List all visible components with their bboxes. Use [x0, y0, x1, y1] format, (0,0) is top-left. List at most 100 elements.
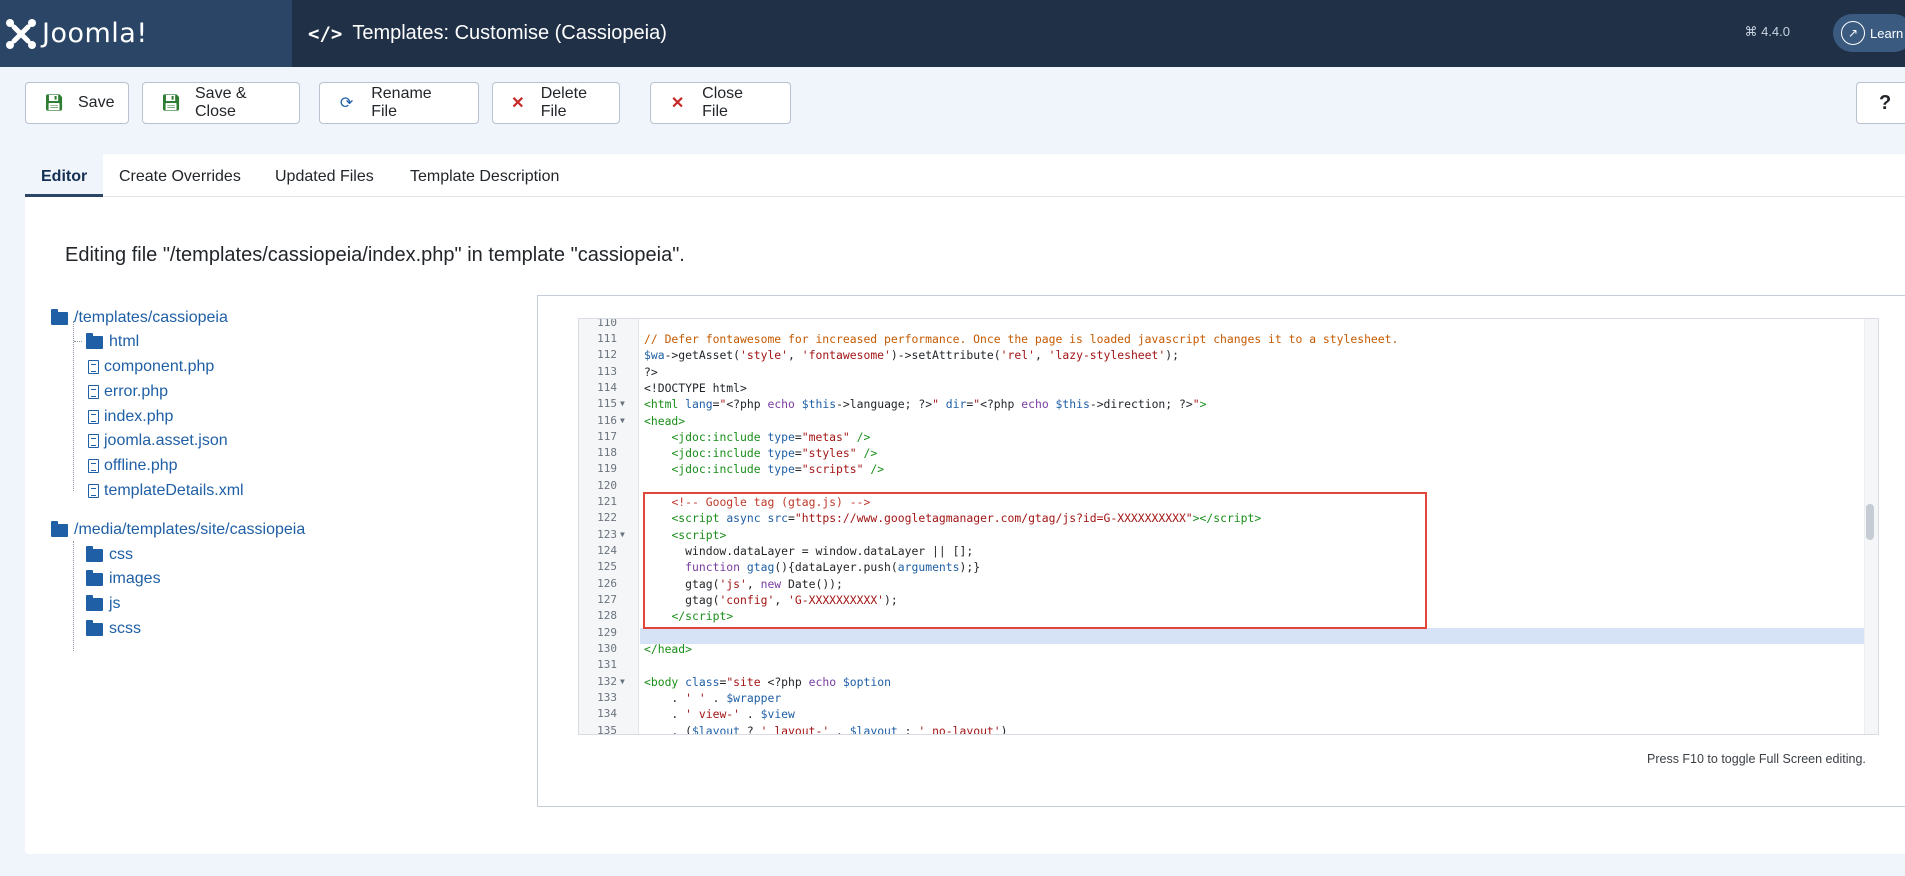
tree-connector [73, 321, 74, 491]
code-text: . ' view-' . $view [644, 707, 795, 721]
line-number: 126 [597, 577, 617, 590]
brand-name: Joomla! [42, 18, 148, 49]
code-text: <jdoc:include type="metas" /> [671, 430, 871, 444]
code-text: <jdoc:include type="scripts" /> [671, 462, 885, 476]
code-text: <head> [644, 414, 686, 428]
line-number: 131 [597, 658, 617, 671]
line-number: 132 [597, 675, 617, 688]
code-line: 112 $wa->getAsset('style', 'fontawesome')… [579, 347, 1878, 363]
file-joomla-asset-json[interactable]: joomla.asset.json [88, 432, 228, 450]
save-close-label: Save & Close [195, 85, 247, 120]
line-number: 116 [597, 414, 617, 427]
folder-label: html [109, 333, 140, 350]
version-text: 4.4.0 [1761, 24, 1790, 39]
line-number: 114 [597, 381, 617, 394]
close-icon: ✕ [511, 95, 525, 112]
top-header: Joomla! </> Templates: Customise (Cassio… [0, 0, 1905, 67]
folder-html[interactable]: html [86, 332, 140, 351]
file-icon [88, 484, 99, 498]
folder-label: css [109, 546, 133, 563]
line-number: 122 [597, 511, 617, 524]
code-line: 117 <jdoc:include type="metas" /> [579, 429, 1878, 445]
fold-arrow-icon[interactable]: ▼ [620, 674, 625, 690]
file-component-php[interactable]: component.php [88, 358, 214, 376]
file-label: templateDetails.xml [104, 482, 244, 499]
folder-images[interactable]: images [86, 569, 161, 588]
code-icon: </> [308, 22, 343, 45]
code-line: 113 ?> [579, 364, 1878, 380]
fold-arrow-icon[interactable]: ▼ [620, 527, 625, 543]
file-label: index.php [104, 408, 174, 425]
line-number: 120 [597, 479, 617, 492]
tab-updated-files[interactable]: Updated Files [275, 154, 374, 197]
file-templatedetails-xml[interactable]: templateDetails.xml [88, 482, 244, 500]
file-label: offline.php [104, 457, 178, 474]
line-number: 130 [597, 642, 617, 655]
save-close-button[interactable]: 💾︎ Save & Close [142, 82, 300, 124]
toolbar: 💾︎ Save 💾︎ Save & Close ⟳ Rename File ✕ … [0, 67, 1905, 139]
folder-js[interactable]: js [86, 594, 121, 613]
folder-templates-cassiopeia[interactable]: /templates/cassiopeia [51, 308, 228, 327]
code-text: <body class="site <?php echo $option [644, 675, 891, 689]
fold-arrow-icon[interactable]: ▼ [620, 413, 625, 429]
page-title: </> Templates: Customise (Cassiopeia) [308, 22, 667, 45]
line-number: 134 [597, 707, 617, 720]
line-number: 129 [597, 626, 617, 639]
code-line: 110 [579, 319, 1878, 331]
fold-arrow-icon[interactable]: ▼ [620, 396, 625, 412]
file-index-php[interactable]: index.php [88, 408, 173, 426]
file-icon [88, 410, 99, 424]
code-line: 131 [579, 657, 1878, 673]
learn-button[interactable]: ↗ Learn [1833, 14, 1905, 52]
code-line: 132 ▼ <body class="site <?php echo $option [579, 674, 1878, 690]
code-text: </head> [644, 642, 693, 656]
line-number: 112 [597, 348, 617, 361]
folder-media-templates-site-cassiopeia[interactable]: /media/templates/site/cassiopeia [51, 520, 306, 539]
line-number: 121 [597, 495, 617, 508]
file-offline-php[interactable]: offline.php [88, 457, 178, 475]
tab-create-overrides[interactable]: Create Overrides [119, 154, 241, 197]
file-label: error.php [104, 383, 169, 400]
folder-icon [51, 520, 68, 537]
folder-icon [86, 545, 103, 562]
file-icon [88, 459, 99, 473]
file-label: component.php [104, 358, 215, 375]
line-number: 119 [597, 462, 617, 475]
refresh-icon: ⟳ [339, 95, 354, 112]
file-error-php[interactable]: error.php [88, 383, 168, 401]
learn-label: Learn [1870, 25, 1904, 41]
delete-file-label: Delete File [540, 85, 587, 120]
line-number: 111 [597, 332, 617, 345]
code-text: <html lang="<?php echo $this->language; … [644, 397, 1207, 411]
folder-scss[interactable]: scss [86, 619, 141, 638]
tab-bar: Editor Create Overrides Updated Files Te… [25, 154, 1905, 197]
save-button[interactable]: 💾︎ Save [25, 82, 129, 124]
tab-template-description[interactable]: Template Description [410, 154, 559, 197]
folder-icon [86, 332, 103, 349]
rename-file-button[interactable]: ⟳ Rename File [319, 82, 479, 124]
folder-label: scss [109, 620, 141, 637]
delete-file-button[interactable]: ✕ Delete File [492, 82, 620, 124]
line-number: 128 [597, 609, 617, 622]
editing-file-message: Editing file "/templates/cassiopeia/inde… [65, 244, 685, 266]
tab-editor[interactable]: Editor [25, 154, 104, 197]
line-number: 115 [597, 397, 617, 410]
highlighted-gtag-region [643, 492, 1427, 629]
save-icon: 💾︎ [44, 95, 65, 112]
folder-icon [86, 594, 103, 611]
code-line: 119 <jdoc:include type="scripts" /> [579, 461, 1878, 477]
save-label: Save [78, 94, 115, 111]
file-icon [88, 385, 99, 399]
fullscreen-hint: Press F10 to toggle Full Screen editing. [1647, 752, 1866, 766]
version-badge: ⌘ 4.4.0 [1744, 24, 1790, 39]
folder-css[interactable]: css [86, 545, 133, 564]
code-text: // Defer fontawesome for increased perfo… [644, 332, 1399, 346]
help-button[interactable]: ? [1856, 82, 1905, 124]
brand[interactable]: Joomla! [0, 0, 292, 67]
line-number: 123 [597, 528, 617, 541]
folder-label: /media/templates/site/cassiopeia [74, 521, 306, 538]
close-file-button[interactable]: ✕ Close File [650, 82, 791, 124]
code-text: . ' ' . $wrapper [644, 691, 782, 705]
code-editor[interactable]: 110 111 // Defer fontawesome for increase… [578, 318, 1879, 735]
joomla-logo-icon [6, 18, 36, 49]
